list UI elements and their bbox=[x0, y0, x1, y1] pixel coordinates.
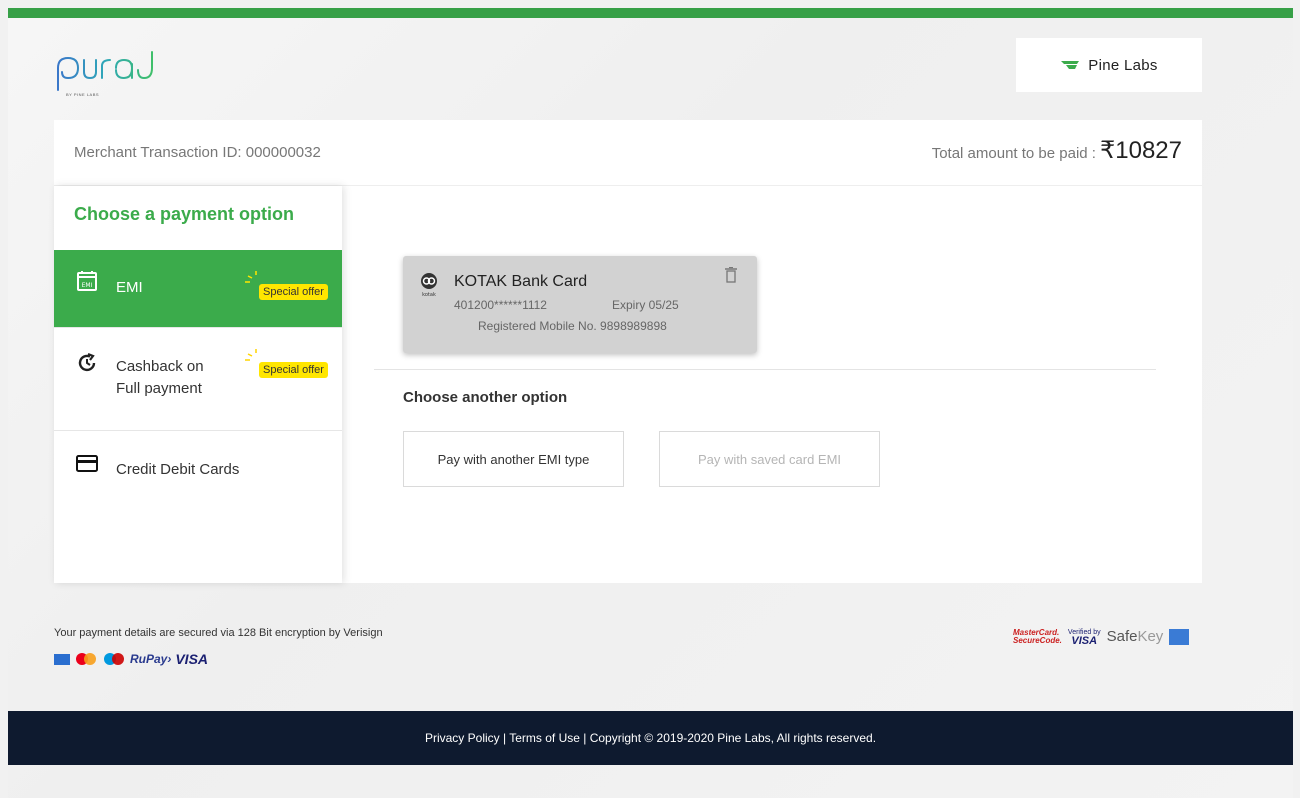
saved-card[interactable]: kotak KOTAK Bank Card 401200******1112 E… bbox=[403, 256, 757, 353]
logo-subtitle: BY PINE LABS bbox=[66, 92, 100, 97]
sidebar-item-label-line1: Cashback on bbox=[116, 358, 204, 375]
mastercard-securecode-logo: MasterCard. SecureCode. bbox=[1013, 627, 1062, 645]
registered-mobile: Registered Mobile No. 9898989898 bbox=[478, 319, 667, 333]
svg-text:EMI: EMI bbox=[82, 282, 93, 289]
divider bbox=[374, 369, 1156, 370]
accepted-cards: RuPay› VISA bbox=[54, 651, 208, 667]
pci-compliance-icon bbox=[1169, 628, 1190, 645]
kotak-logo-icon: kotak bbox=[419, 272, 439, 298]
sidebar-item-emi[interactable]: EMI EMI Special offer bbox=[54, 250, 342, 328]
transaction-header: Merchant Transaction ID: 000000032 Total… bbox=[54, 120, 1202, 186]
sidebar-item-cards[interactable]: Credit Debit Cards bbox=[54, 431, 342, 509]
total-amount-label: Total amount to be paid : bbox=[931, 145, 1096, 162]
special-offer-badge: Special offer bbox=[259, 284, 328, 300]
sparkle-icon bbox=[245, 349, 257, 361]
sidebar-item-label-line2: Full payment bbox=[116, 380, 202, 397]
merchant-transaction-id: Merchant Transaction ID: 000000032 bbox=[74, 144, 321, 161]
sidebar-item-label: EMI bbox=[116, 279, 143, 296]
pine-labs-badge: Pine Labs bbox=[1016, 38, 1202, 92]
total-amount-value: ₹10827 bbox=[1099, 137, 1182, 164]
pine-labs-label: Pine Labs bbox=[1088, 56, 1158, 74]
cashback-clock-icon bbox=[78, 352, 96, 372]
security-badges: MasterCard. SecureCode. Verified by VISA… bbox=[1013, 627, 1190, 647]
pay-saved-card-emi-button[interactable]: Pay with saved card EMI bbox=[659, 431, 880, 487]
credit-card-icon bbox=[76, 455, 98, 472]
choose-another-option-title: Choose another option bbox=[403, 389, 568, 406]
amex-safekey-logo: SafeKey bbox=[1106, 628, 1164, 645]
bank-name: KOTAK Bank Card bbox=[454, 273, 588, 290]
svg-text:kotak: kotak bbox=[422, 292, 436, 298]
card-expiry: Expiry 05/25 bbox=[612, 298, 679, 312]
sidebar-item-label: Credit Debit Cards bbox=[116, 461, 240, 478]
amex-icon bbox=[54, 653, 70, 665]
visa-logo: VISA bbox=[175, 651, 209, 667]
payment-options-sidebar: Choose a payment option EMI EMI Special … bbox=[54, 186, 342, 583]
calendar-emi-icon: EMI bbox=[77, 271, 97, 291]
special-offer-badge: Special offer bbox=[259, 362, 328, 378]
total-amount-row: Total amount to be paid : ₹10827 bbox=[932, 136, 1182, 165]
rupay-logo: RuPay› bbox=[130, 652, 172, 666]
delete-trash-icon[interactable] bbox=[724, 267, 738, 283]
maestro-icon bbox=[102, 652, 126, 666]
footer: Privacy Policy | Terms of Use | Copyrigh… bbox=[8, 711, 1293, 765]
mastercard-icon bbox=[74, 652, 98, 666]
verified-by-visa-logo: Verified by VISA bbox=[1067, 628, 1101, 647]
choose-payment-title: Choose a payment option bbox=[74, 204, 295, 224]
emi-content: kotak KOTAK Bank Card 401200******1112 E… bbox=[342, 186, 1202, 583]
sidebar-item-cashback[interactable]: Cashback on Full payment Special offer bbox=[54, 328, 342, 431]
plural-logo: BY PINE LABS bbox=[54, 50, 184, 102]
masked-card-number: 401200******1112 bbox=[454, 298, 547, 312]
security-note: Your payment details are secured via 128… bbox=[54, 627, 383, 639]
footer-links-copyright[interactable]: Privacy Policy | Terms of Use | Copyrigh… bbox=[425, 731, 876, 745]
payment-panel: Merchant Transaction ID: 000000032 Total… bbox=[54, 120, 1202, 583]
sparkle-icon bbox=[245, 271, 257, 283]
pay-another-emi-button[interactable]: Pay with another EMI type bbox=[403, 431, 624, 487]
top-accent-bar bbox=[8, 8, 1293, 18]
pine-labs-icon bbox=[1061, 61, 1080, 69]
